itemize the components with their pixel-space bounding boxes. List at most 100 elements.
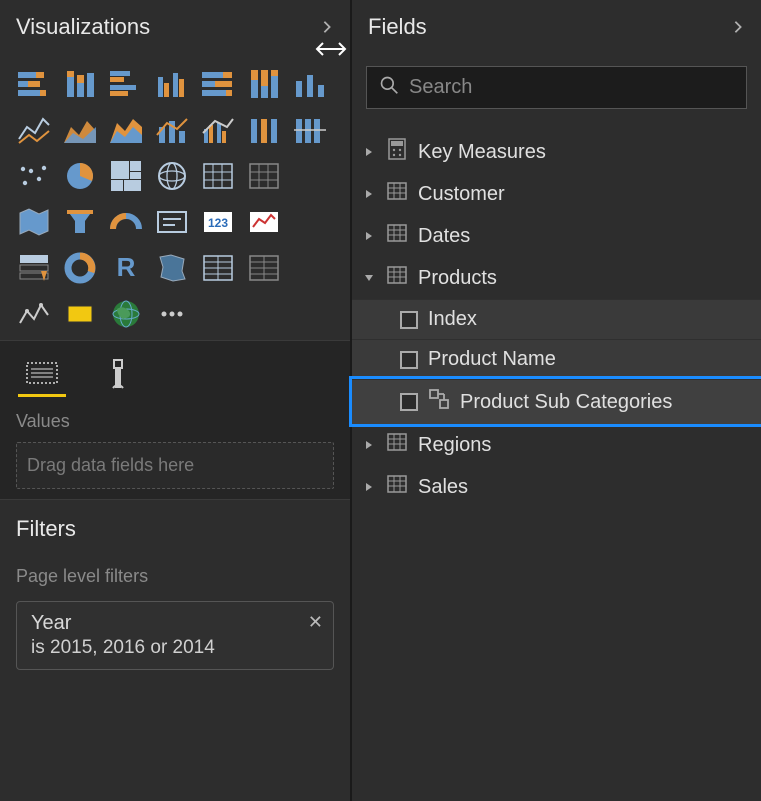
viz-matrix-small[interactable] — [244, 156, 284, 196]
table-icon — [386, 222, 408, 250]
fields-title: Fields — [368, 14, 427, 40]
viz-matrix[interactable] — [244, 248, 284, 288]
table-label: Dates — [418, 225, 470, 248]
caret-right-icon — [362, 231, 376, 241]
viz-scatter[interactable] — [14, 156, 54, 196]
table-sales[interactable]: Sales — [352, 466, 761, 508]
caret-right-icon — [362, 189, 376, 199]
field-label: Product Sub Categories — [460, 391, 672, 414]
svg-text:R: R — [117, 252, 136, 282]
viz-line-sparse[interactable] — [14, 294, 54, 334]
values-drop-area[interactable]: Drag data fields here — [16, 442, 334, 489]
hierarchy-icon — [428, 388, 450, 416]
filters-title: Filters — [0, 499, 350, 552]
table-label: Regions — [418, 434, 491, 457]
visualizations-header: Visualizations — [0, 0, 350, 58]
caret-right-icon — [362, 440, 376, 450]
table-dates[interactable]: Dates — [352, 215, 761, 257]
caret-right-icon — [362, 482, 376, 492]
table-label: Customer — [418, 183, 505, 206]
table-products[interactable]: Products — [352, 257, 761, 299]
fields-tab[interactable] — [18, 351, 66, 397]
viz-slicer[interactable] — [14, 248, 54, 288]
viz-stacked-column[interactable] — [60, 64, 100, 104]
viz-multi-card[interactable] — [244, 202, 284, 242]
field-product-sub-categories[interactable]: Product Sub Categories — [352, 379, 761, 424]
filters-body: Page level filters Year is 2015, 2016 or… — [0, 552, 350, 684]
viz-gauge[interactable] — [106, 202, 146, 242]
field-label: Product Name — [428, 348, 556, 371]
visualizations-title: Visualizations — [16, 14, 150, 40]
table-key-measures[interactable]: Key Measures — [352, 131, 761, 173]
viz-table[interactable] — [198, 248, 238, 288]
viz-clustered-column[interactable] — [152, 64, 192, 104]
viz-waterfall[interactable] — [290, 110, 330, 150]
search-icon — [379, 75, 399, 100]
viz-python[interactable] — [60, 294, 100, 334]
table-label: Products — [418, 267, 497, 290]
search-box[interactable] — [366, 66, 747, 109]
svg-text:123: 123 — [208, 216, 228, 230]
checkbox-icon[interactable] — [400, 393, 418, 411]
table-label: Sales — [418, 476, 468, 499]
viz-funnel[interactable] — [60, 202, 100, 242]
page-level-filters-label: Page level filters — [16, 566, 334, 587]
checkbox-icon[interactable] — [400, 351, 418, 369]
table-regions[interactable]: Regions — [352, 424, 761, 466]
field-label: Index — [428, 308, 477, 331]
search-input[interactable] — [409, 76, 734, 99]
viz-combo-line-clustered[interactable] — [198, 110, 238, 150]
collapse-fields-icon[interactable] — [731, 20, 745, 34]
fields-pane: Fields Key Measures Customer — [352, 0, 761, 801]
visualization-gallery: 123 R — [0, 58, 350, 340]
viz-card[interactable] — [152, 202, 192, 242]
viz-map[interactable] — [152, 156, 192, 196]
viz-stacked-area[interactable] — [106, 110, 146, 150]
checkbox-icon[interactable] — [400, 311, 418, 329]
viz-pie[interactable] — [60, 156, 100, 196]
viz-more[interactable] — [152, 294, 192, 334]
viz-ribbon[interactable] — [244, 110, 284, 150]
viz-combo-line-stacked[interactable] — [152, 110, 192, 150]
calculator-icon — [386, 138, 408, 166]
viz-100-stacked-column[interactable] — [244, 64, 284, 104]
viz-filled-map[interactable] — [14, 202, 54, 242]
viz-clustered-bar[interactable] — [106, 64, 146, 104]
table-icon — [386, 473, 408, 501]
viz-blank — [290, 156, 330, 196]
viz-blank-3 — [290, 248, 330, 288]
values-label: Values — [16, 411, 334, 432]
viz-area[interactable] — [60, 110, 100, 150]
filter-card-year[interactable]: Year is 2015, 2016 or 2014 ✕ — [16, 601, 334, 670]
viz-line[interactable] — [14, 110, 54, 150]
search-wrap — [352, 58, 761, 123]
viz-r[interactable]: R — [106, 248, 146, 288]
table-customer[interactable]: Customer — [352, 173, 761, 215]
field-format-tabs — [0, 340, 350, 397]
viz-stacked-bar[interactable] — [14, 64, 54, 104]
caret-down-icon — [362, 273, 376, 283]
values-well: Values Drag data fields here — [0, 397, 350, 499]
viz-arcgis[interactable] — [106, 294, 146, 334]
viz-donut[interactable] — [60, 248, 100, 288]
filter-summary: is 2015, 2016 or 2014 — [31, 637, 299, 659]
format-tab[interactable] — [94, 351, 142, 397]
viz-blank-2 — [290, 202, 330, 242]
fields-header: Fields — [352, 0, 761, 58]
visualizations-pane: Visualizations 123 — [0, 0, 352, 801]
viz-column-dual[interactable] — [290, 64, 330, 104]
viz-shape-map[interactable] — [152, 248, 192, 288]
caret-right-icon — [362, 147, 376, 157]
viz-kpi[interactable]: 123 — [198, 202, 238, 242]
table-icon — [386, 180, 408, 208]
table-icon — [386, 264, 408, 292]
filter-name: Year — [31, 612, 299, 635]
remove-filter-icon[interactable]: ✕ — [308, 612, 323, 633]
fields-tree: Key Measures Customer Dates Products Ind… — [352, 123, 761, 508]
viz-100-stacked-bar[interactable] — [198, 64, 238, 104]
collapse-viz-icon[interactable] — [320, 20, 334, 34]
viz-table-small[interactable] — [198, 156, 238, 196]
viz-treemap[interactable] — [106, 156, 146, 196]
field-index[interactable]: Index — [352, 299, 761, 339]
field-product-name[interactable]: Product Name — [352, 339, 761, 379]
